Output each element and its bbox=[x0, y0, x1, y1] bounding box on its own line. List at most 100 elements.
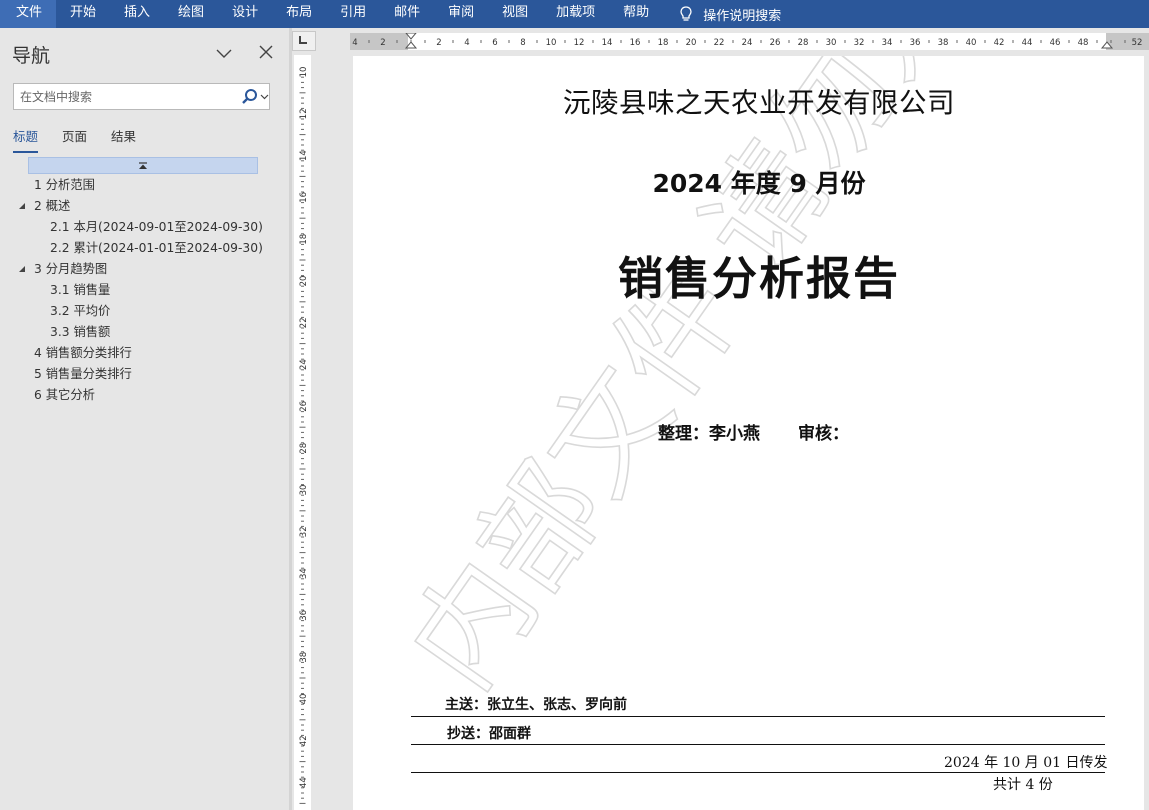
ruler-label: 40 bbox=[966, 38, 977, 48]
menu-view[interactable]: 视图 bbox=[488, 0, 542, 28]
ribbon-menu-bar: 文件 开始 插入 绘图 设计 布局 引用 邮件 审阅 视图 加载项 帮助 操作说… bbox=[0, 0, 1149, 28]
collapse-triangle-icon[interactable] bbox=[17, 264, 27, 274]
ruler-label: 22 bbox=[299, 317, 309, 328]
send-to: 主送：张立生、张志、罗向前 bbox=[445, 697, 627, 713]
menu-layout[interactable]: 布局 bbox=[272, 0, 326, 28]
outline-item[interactable]: 5 销售量分类排行 bbox=[34, 364, 132, 385]
divider-line bbox=[411, 772, 1105, 773]
search-options-chevron-icon[interactable] bbox=[260, 90, 269, 104]
tab-results[interactable]: 结果 bbox=[111, 126, 136, 153]
ruler-label: 4 bbox=[352, 38, 357, 48]
ruler-label: 16 bbox=[630, 38, 641, 48]
chevron-down-icon[interactable] bbox=[214, 43, 234, 63]
menu-draw[interactable]: 绘图 bbox=[164, 0, 218, 28]
ruler-label: 18 bbox=[658, 38, 669, 48]
ruler-label: 36 bbox=[910, 38, 921, 48]
menu-references[interactable]: 引用 bbox=[326, 0, 380, 28]
ruler-label: 38 bbox=[299, 652, 309, 663]
ruler-label: 12 bbox=[574, 38, 585, 48]
ruler-label: 46 bbox=[1050, 38, 1061, 48]
tab-pages[interactable]: 页面 bbox=[62, 126, 87, 153]
sign-line: 整理：李小燕 审核： bbox=[658, 419, 849, 444]
document-page[interactable]: 内部文件 请勿外传 沅陵县味之天农业开发有限公司 2024 年度 9 月份 销售… bbox=[353, 56, 1144, 810]
menu-help[interactable]: 帮助 bbox=[609, 0, 663, 28]
lightbulb-icon bbox=[680, 6, 692, 21]
ruler-label: 26 bbox=[770, 38, 781, 48]
ruler-label: 44 bbox=[1022, 38, 1033, 48]
menu-addins[interactable]: 加载项 bbox=[542, 0, 609, 28]
ruler-label: 14 bbox=[299, 150, 309, 161]
tell-me-search[interactable]: 操作说明搜索 bbox=[663, 0, 781, 28]
outline-item[interactable]: 2.2 累计(2024-01-01至2024-09-30) bbox=[50, 238, 263, 259]
outline-item[interactable]: 6 其它分析 bbox=[34, 385, 95, 406]
ruler-label: 30 bbox=[826, 38, 837, 48]
ruler-label: 52 bbox=[1132, 38, 1143, 48]
ruler-label: 28 bbox=[299, 443, 309, 454]
outline-item[interactable]: 4 销售额分类排行 bbox=[34, 343, 132, 364]
ruler-label: 30 bbox=[299, 485, 309, 496]
menu-design[interactable]: 设计 bbox=[218, 0, 272, 28]
company-name: 沅陵县味之天农业开发有限公司 bbox=[563, 87, 955, 119]
divider-line bbox=[411, 744, 1105, 745]
navigation-pane: 导航 标题 页面 结果 1 分析范围 2 概述 2.1 本月(2024-09-0… bbox=[0, 28, 289, 810]
ruler-label: 4 bbox=[464, 38, 469, 48]
horizontal-ruler[interactable]: 4 2 2 4 6 8 10 12 14 16 18 20 22 24 26 28 30 32 34 36 38 40 42… bbox=[350, 33, 1149, 50]
ruler-label: 16 bbox=[299, 192, 309, 203]
search-icon[interactable] bbox=[241, 88, 259, 106]
outline-item[interactable]: 3 分月趋势图 bbox=[34, 259, 107, 280]
menu-file[interactable]: 文件 bbox=[0, 0, 57, 28]
ruler-label: 18 bbox=[299, 234, 309, 245]
copies-count: 共计 4 份 bbox=[993, 777, 1053, 793]
ruler-label: 28 bbox=[798, 38, 809, 48]
outline-top-selector[interactable] bbox=[28, 157, 258, 174]
nav-search-box bbox=[13, 83, 270, 110]
ruler-label: 38 bbox=[938, 38, 949, 48]
tab-headings[interactable]: 标题 bbox=[13, 126, 39, 153]
ruler-label: 2 bbox=[380, 38, 385, 48]
menu-insert[interactable]: 插入 bbox=[110, 0, 164, 28]
ruler-label: 42 bbox=[994, 38, 1005, 48]
outline-item[interactable]: 3.2 平均价 bbox=[50, 301, 110, 322]
ruler-label: 36 bbox=[299, 610, 309, 621]
outline-item[interactable]: 3.3 销售额 bbox=[50, 322, 110, 343]
ruler-label: 2 bbox=[436, 38, 441, 48]
ruler-label: 20 bbox=[686, 38, 697, 48]
ruler-label: 10 bbox=[299, 67, 309, 78]
report-title: 销售分析报告 bbox=[617, 252, 900, 305]
ruler-label: 32 bbox=[854, 38, 865, 48]
ruler-label: 24 bbox=[299, 359, 309, 370]
outline-item[interactable]: 3.1 销售量 bbox=[50, 280, 110, 301]
ruler-label: 20 bbox=[299, 276, 309, 287]
close-icon[interactable] bbox=[256, 42, 276, 62]
outline-item[interactable]: 2 概述 bbox=[34, 196, 70, 217]
watermark-text: 内部文件 请勿外传 bbox=[383, 56, 1059, 712]
ruler-label: 40 bbox=[299, 694, 309, 705]
ruler-label: 44 bbox=[299, 777, 309, 788]
menu-review[interactable]: 审阅 bbox=[434, 0, 488, 28]
ruler-label: 8 bbox=[520, 38, 525, 48]
collapse-up-icon bbox=[139, 162, 147, 169]
ruler-label: 24 bbox=[742, 38, 753, 48]
menu-mailings[interactable]: 邮件 bbox=[380, 0, 434, 28]
ruler-label: 42 bbox=[299, 735, 309, 746]
pane-splitter[interactable] bbox=[289, 28, 292, 810]
outline-item[interactable]: 1 分析范围 bbox=[34, 175, 95, 196]
ruler-label: 26 bbox=[299, 401, 309, 412]
nav-tabs: 标题 页面 结果 bbox=[13, 126, 160, 153]
report-period: 2024 年度 9 月份 bbox=[652, 169, 866, 198]
tell-me-label: 操作说明搜索 bbox=[703, 8, 782, 24]
divider-line bbox=[411, 716, 1105, 717]
ruler-label: 34 bbox=[299, 568, 309, 579]
ruler-label: 34 bbox=[882, 38, 893, 48]
collapse-triangle-icon[interactable] bbox=[17, 201, 27, 211]
ruler-label: 14 bbox=[602, 38, 613, 48]
tab-selector[interactable] bbox=[292, 31, 316, 51]
prepared-by: 整理：李小燕 bbox=[658, 424, 760, 444]
outline-item[interactable]: 2.1 本月(2024-09-01至2024-09-30) bbox=[50, 217, 263, 238]
ruler-label: 10 bbox=[546, 38, 557, 48]
ruler-label: 32 bbox=[299, 526, 309, 537]
vertical-ruler[interactable]: 10 12 14 16 18 20 22 24 26 28 30 32 34 36 38 40 42 44 bbox=[294, 55, 311, 810]
nav-search-input[interactable] bbox=[14, 84, 234, 109]
reviewed-by: 审核： bbox=[798, 424, 849, 444]
menu-home[interactable]: 开始 bbox=[56, 0, 110, 28]
